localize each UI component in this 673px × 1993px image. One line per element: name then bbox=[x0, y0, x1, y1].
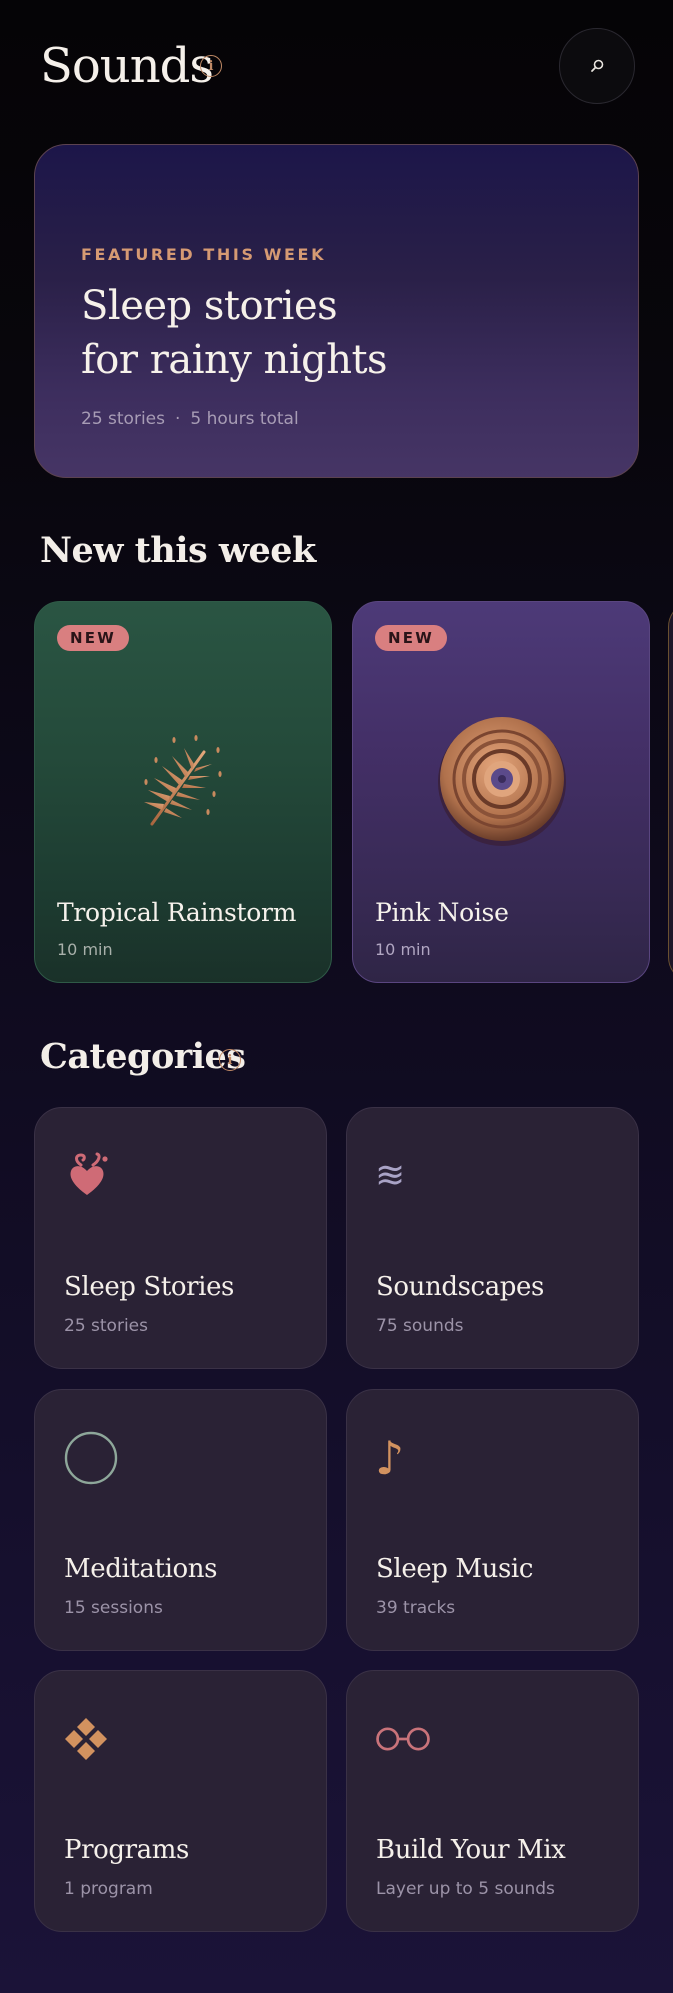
new-card-duration: 10 min bbox=[375, 940, 431, 959]
category-meditations[interactable]: Meditations 15 sessions bbox=[34, 1389, 327, 1651]
category-name: Sleep Stories bbox=[64, 1272, 234, 1302]
featured-title-line: Sleep stories bbox=[81, 283, 338, 329]
category-sub: Layer up to 5 sounds bbox=[376, 1879, 555, 1899]
featured-count: 25 stories bbox=[81, 409, 165, 429]
category-name: Soundscapes bbox=[376, 1272, 544, 1302]
new-badge: NEW bbox=[375, 625, 447, 651]
heart-flourish-icon bbox=[63, 1148, 119, 1204]
featured-meta: 25 stories · 5 hours total bbox=[81, 409, 299, 429]
new-card-title: Pink Noise bbox=[375, 898, 509, 927]
categories-title: Categories bbox=[40, 1036, 246, 1077]
category-name: Sleep Music bbox=[376, 1554, 533, 1584]
category-name: Build Your Mix bbox=[376, 1835, 566, 1865]
category-sub: 15 sessions bbox=[64, 1598, 163, 1618]
waves-glyph: ≋ bbox=[375, 1155, 406, 1196]
new-badge: NEW bbox=[57, 625, 129, 651]
diamonds-icon bbox=[63, 1711, 119, 1767]
header: Sounds i bbox=[40, 28, 640, 104]
featured-title: Sleep stories for rainy nights bbox=[81, 279, 388, 387]
category-sub: 75 sounds bbox=[376, 1316, 464, 1336]
new-card-duration: 10 min bbox=[57, 940, 113, 959]
category-sub: 39 tracks bbox=[376, 1598, 456, 1618]
music-note-icon: ♪ bbox=[375, 1430, 431, 1486]
search-button[interactable] bbox=[559, 28, 635, 104]
category-soundscapes[interactable]: ≋ Soundscapes 75 sounds bbox=[346, 1107, 639, 1369]
featured-duration: 5 hours total bbox=[190, 409, 299, 429]
new-card-pink-noise[interactable]: NEW Pink Noise 10 min bbox=[352, 601, 650, 983]
search-icon bbox=[591, 59, 604, 72]
new-card-tropical-rainstorm[interactable]: NEW Tropical Rainstorm 10 min bbox=[34, 601, 332, 983]
palm-leaf-icon bbox=[114, 712, 254, 852]
category-sub: 1 program bbox=[64, 1879, 153, 1899]
info-icon[interactable]: i bbox=[219, 1049, 241, 1071]
category-name: Programs bbox=[64, 1835, 189, 1865]
page-title: Sounds bbox=[40, 38, 214, 94]
category-build-your-mix[interactable]: Build Your Mix Layer up to 5 sounds bbox=[346, 1670, 639, 1932]
category-sleep-stories[interactable]: Sleep Stories 25 stories bbox=[34, 1107, 327, 1369]
vinyl-disc-icon bbox=[432, 712, 572, 852]
waves-icon: ≋ bbox=[375, 1148, 431, 1204]
category-programs[interactable]: Programs 1 program bbox=[34, 1670, 327, 1932]
category-sub: 25 stories bbox=[64, 1316, 148, 1336]
featured-card[interactable]: FEATURED THIS WEEK Sleep stories for rai… bbox=[34, 144, 639, 478]
featured-eyebrow: FEATURED THIS WEEK bbox=[81, 245, 327, 264]
new-card-peek[interactable] bbox=[668, 601, 673, 983]
featured-title-line: for rainy nights bbox=[81, 337, 388, 383]
category-name: Meditations bbox=[64, 1554, 218, 1584]
new-card-title: Tropical Rainstorm bbox=[57, 898, 297, 927]
new-section-title: New this week bbox=[40, 530, 316, 571]
glasses-icon bbox=[375, 1711, 431, 1767]
music-note-glyph: ♪ bbox=[375, 1431, 405, 1485]
circle-icon bbox=[63, 1430, 119, 1486]
meta-separator: · bbox=[175, 409, 181, 429]
category-sleep-music[interactable]: ♪ Sleep Music 39 tracks bbox=[346, 1389, 639, 1651]
new-carousel[interactable]: NEW Tropical Rainstorm 10 min NEW Pink N… bbox=[0, 601, 673, 984]
info-icon[interactable]: i bbox=[200, 55, 222, 77]
